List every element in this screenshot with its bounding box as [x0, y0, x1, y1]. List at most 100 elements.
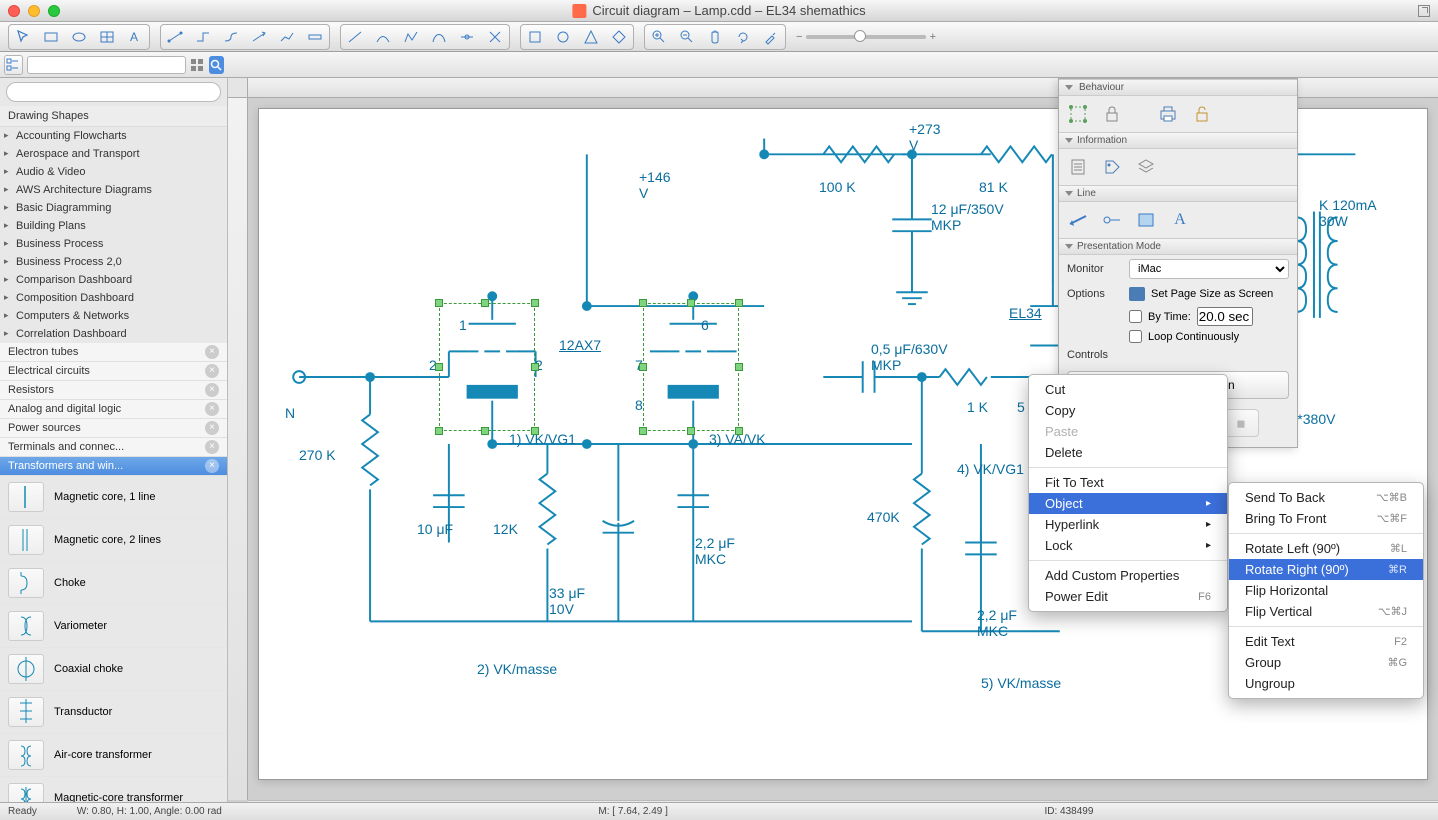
selection-box-2[interactable] — [643, 303, 739, 431]
ctx-copy[interactable]: Copy — [1029, 400, 1227, 421]
category-item[interactable]: Aerospace and Transport — [0, 145, 227, 163]
ctx-object[interactable]: Object — [1029, 493, 1227, 514]
info-doc-icon[interactable] — [1065, 155, 1091, 179]
loop-checkbox[interactable] — [1129, 330, 1142, 343]
panel-behaviour-header[interactable]: Behaviour — [1059, 79, 1297, 96]
close-icon[interactable]: × — [205, 345, 219, 359]
library-tree-button[interactable] — [4, 55, 23, 75]
shape-search-input[interactable] — [6, 82, 221, 102]
ctx-poweredit[interactable]: Power EditF6 — [1029, 586, 1227, 607]
category-item[interactable]: Correlation Dashboard — [0, 325, 227, 343]
category-item[interactable]: Composition Dashboard — [0, 289, 227, 307]
connector-4[interactable] — [246, 26, 272, 48]
pan-tool[interactable] — [702, 26, 728, 48]
ctx2-fv[interactable]: Flip Vertical⌥⌘J — [1229, 601, 1423, 622]
category-item[interactable]: Comparison Dashboard — [0, 271, 227, 289]
ctx2-group[interactable]: Group⌘G — [1229, 652, 1423, 673]
library-search[interactable] — [27, 56, 186, 74]
ruler-vertical[interactable] — [228, 98, 248, 800]
close-window-button[interactable] — [8, 5, 20, 17]
shape-item[interactable]: Magnetic core, 1 line — [0, 476, 227, 519]
zoom-out-tool[interactable] — [674, 26, 700, 48]
category-item[interactable]: Basic Diagramming — [0, 199, 227, 217]
zoom-slider[interactable]: − + — [796, 31, 936, 43]
library-item[interactable]: Transformers and win...× — [0, 457, 227, 476]
zoom-minus-icon[interactable]: − — [796, 31, 802, 43]
line-1[interactable] — [342, 26, 368, 48]
shape-item[interactable]: Magnetic core, 2 lines — [0, 519, 227, 562]
rotate-tool[interactable] — [730, 26, 756, 48]
line-fill-icon[interactable] — [1133, 208, 1159, 232]
pres-stop[interactable]: ◼ — [1223, 409, 1259, 437]
connector-2[interactable] — [190, 26, 216, 48]
line-style-icon[interactable] — [1065, 208, 1091, 232]
shape-4[interactable] — [606, 26, 632, 48]
zoom-thumb[interactable] — [854, 30, 866, 42]
library-item[interactable]: Electrical circuits× — [0, 362, 227, 381]
ctx2-rr[interactable]: Rotate Right (90º)⌘R — [1229, 559, 1423, 580]
text-tool[interactable]: A — [122, 26, 148, 48]
expand-icon[interactable] — [1418, 5, 1430, 17]
panel-line-header[interactable]: Line — [1059, 185, 1297, 202]
close-icon[interactable]: × — [205, 440, 219, 454]
ellipse-tool[interactable] — [66, 26, 92, 48]
line-2[interactable] — [370, 26, 396, 48]
library-item[interactable]: Power sources× — [0, 419, 227, 438]
ctx-cut[interactable]: Cut — [1029, 379, 1227, 400]
selection-box-1[interactable] — [439, 303, 535, 431]
info-layers-icon[interactable] — [1133, 155, 1159, 179]
ctx2-rl[interactable]: Rotate Left (90º)⌘L — [1229, 538, 1423, 559]
ctx-fit[interactable]: Fit To Text — [1029, 472, 1227, 493]
category-item[interactable]: Audio & Video — [0, 163, 227, 181]
connector-1[interactable] — [162, 26, 188, 48]
ctx2-btf[interactable]: Bring To Front⌥⌘F — [1229, 508, 1423, 529]
shape-item[interactable]: Coaxial choke — [0, 648, 227, 691]
behaviour-print-icon[interactable] — [1155, 102, 1181, 126]
search-icon[interactable] — [209, 56, 224, 74]
ctx2-ungroup[interactable]: Ungroup — [1229, 673, 1423, 694]
line-5[interactable] — [454, 26, 480, 48]
behaviour-resize-icon[interactable] — [1065, 102, 1091, 126]
panel-information-header[interactable]: Information — [1059, 132, 1297, 149]
category-item[interactable]: Business Process 2,0 — [0, 253, 227, 271]
shape-2[interactable] — [550, 26, 576, 48]
close-icon[interactable]: × — [205, 459, 219, 473]
line-6[interactable] — [482, 26, 508, 48]
library-item[interactable]: Terminals and connec...× — [0, 438, 227, 457]
behaviour-unlock-icon[interactable] — [1189, 102, 1215, 126]
ctx-addprops[interactable]: Add Custom Properties — [1029, 565, 1227, 586]
bytime-checkbox[interactable] — [1129, 310, 1142, 323]
close-icon[interactable]: × — [205, 421, 219, 435]
close-icon[interactable]: × — [205, 402, 219, 416]
close-icon[interactable]: × — [205, 364, 219, 378]
shape-3[interactable] — [578, 26, 604, 48]
shape-item[interactable]: Air-core transformer — [0, 734, 227, 777]
ctx-delete[interactable]: Delete — [1029, 442, 1227, 463]
info-tag-icon[interactable] — [1099, 155, 1125, 179]
ctx-lock[interactable]: Lock — [1029, 535, 1227, 556]
grid-view-icon[interactable] — [190, 56, 205, 74]
pointer-tool[interactable] — [10, 26, 36, 48]
rect-tool[interactable] — [38, 26, 64, 48]
ctx-hyperlink[interactable]: Hyperlink — [1029, 514, 1227, 535]
shape-item[interactable]: Transductor — [0, 691, 227, 734]
ctx2-edit[interactable]: Edit TextF2 — [1229, 631, 1423, 652]
connector-5[interactable] — [274, 26, 300, 48]
eyedropper-tool[interactable] — [758, 26, 784, 48]
category-item[interactable]: Building Plans — [0, 217, 227, 235]
monitor-select[interactable]: iMac — [1129, 259, 1289, 279]
zoom-window-button[interactable] — [48, 5, 60, 17]
line-ends-icon[interactable] — [1099, 208, 1125, 232]
category-item[interactable]: Computers & Networks — [0, 307, 227, 325]
ctx2-stb[interactable]: Send To Back⌥⌘B — [1229, 487, 1423, 508]
bytime-input[interactable] — [1197, 307, 1253, 326]
table-tool[interactable] — [94, 26, 120, 48]
library-item[interactable]: Resistors× — [0, 381, 227, 400]
line-3[interactable] — [398, 26, 424, 48]
connector-6[interactable] — [302, 26, 328, 48]
panel-presentation-header[interactable]: Presentation Mode — [1059, 238, 1297, 255]
line-text-icon[interactable]: A — [1167, 208, 1193, 232]
zoom-in-tool[interactable] — [646, 26, 672, 48]
library-item[interactable]: Analog and digital logic× — [0, 400, 227, 419]
library-item[interactable]: Electron tubes× — [0, 343, 227, 362]
